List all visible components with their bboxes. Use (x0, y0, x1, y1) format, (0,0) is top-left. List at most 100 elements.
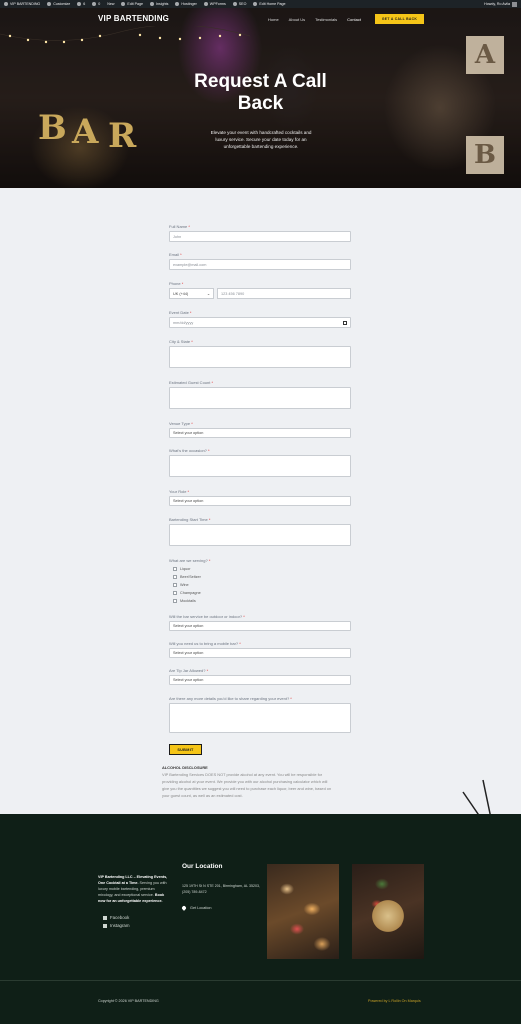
admin-updates[interactable]: 6 (77, 2, 85, 6)
facebook-icon (103, 915, 107, 920)
admin-customize[interactable]: Customize (47, 2, 70, 6)
mobile-bar-select[interactable]: Select your option (169, 648, 351, 658)
occasion-textarea[interactable] (169, 455, 351, 477)
admin-seo[interactable]: SEO (232, 2, 246, 6)
get-location-link[interactable]: Get Location (181, 905, 212, 911)
field-email: Email * example@mail.com (169, 252, 351, 270)
field-city-state: City & State * (169, 339, 351, 368)
admin-insights[interactable]: Insights (150, 2, 168, 6)
avatar (512, 1, 517, 7)
admin-wpforms[interactable]: WPForms (203, 2, 226, 6)
full-name-input[interactable]: John (169, 231, 351, 242)
wordpress-icon (4, 2, 8, 6)
field-venue-type: Venue Type * Select your option (169, 421, 351, 438)
admin-account[interactable]: Howdy, Ro Avila (484, 1, 517, 7)
call-back-button[interactable]: GET A CALL BACK (375, 14, 424, 24)
seo-icon (232, 2, 237, 6)
start-time-textarea[interactable] (169, 524, 351, 546)
required-mark: * (243, 614, 245, 619)
checkbox[interactable] (173, 591, 177, 595)
contact-form-section: Full Name * John Email * example@mail.co… (0, 188, 521, 876)
submit-button[interactable]: SUBMIT (169, 744, 202, 755)
admin-new[interactable]: New (107, 2, 114, 6)
checkbox-label: Wine (180, 583, 189, 587)
event-date-input[interactable]: mm/dd/yyyy (169, 317, 351, 328)
city-state-label: City & State * (169, 339, 351, 344)
calendar-icon[interactable] (343, 320, 347, 325)
checkbox[interactable] (173, 575, 177, 579)
checkbox[interactable] (173, 583, 177, 587)
admin-edit-home-label: Edit Home Page (259, 2, 286, 6)
disclosure-heading: ALCOHOL DISCLOSURE (162, 765, 208, 770)
indoor-outdoor-label: Will the bar service be outdoor or indoo… (169, 614, 351, 619)
instagram-link[interactable]: Instagram (103, 923, 130, 928)
site-logo[interactable]: VIP BARTENDING (98, 14, 169, 23)
powered-by-link[interactable]: Powered by L Rollin On Marquis (368, 999, 421, 1003)
admin-edit-page[interactable]: Edit Page (121, 2, 143, 6)
field-guest-count: Estimated Guest Count * (169, 380, 351, 409)
phone-row: UK (+44) ⌄ 123 456 7890 (169, 288, 351, 299)
role-select[interactable]: Select your option (169, 496, 351, 506)
country-code-value: UK (+44) (173, 291, 189, 296)
menu-item-about[interactable]: About Us (289, 17, 305, 22)
checkbox[interactable] (173, 599, 177, 603)
location-heading: Our Location (182, 863, 223, 870)
indoor-outdoor-select[interactable]: Select your option (169, 621, 351, 631)
menu-item-testimonials[interactable]: Testimonials (315, 17, 337, 22)
brush-icon (47, 2, 52, 6)
menu-item-home[interactable]: Home (268, 17, 279, 22)
admin-customize-label: Customize (53, 2, 71, 6)
checkbox-mocktails[interactable]: Mocktails (169, 597, 351, 605)
menu-item-contact[interactable]: Contact (347, 17, 361, 22)
checkbox-liquor[interactable]: Liquor (169, 565, 351, 573)
details-textarea[interactable] (169, 703, 351, 733)
indoor-outdoor-label-text: Will the bar service be outdoor or indoo… (169, 614, 243, 619)
country-code-select[interactable]: UK (+44) ⌄ (169, 288, 214, 299)
string-lights-image (0, 26, 250, 44)
venue-type-select[interactable]: Select your option (169, 428, 351, 438)
event-date-label: Event Date * (169, 310, 351, 315)
block-letter-b: B (466, 136, 504, 174)
admin-wpforms-label: WPForms (209, 2, 226, 6)
admin-site-label: VIP BARTENDING (10, 2, 41, 6)
role-label-text: Your Role (169, 489, 187, 494)
admin-comments[interactable]: 0 (92, 2, 100, 6)
phone-input[interactable]: 123 456 7890 (217, 288, 351, 299)
checkbox-beer-seltzer[interactable]: Beer/Seltzer (169, 573, 351, 581)
checkbox-label: Liquor (180, 567, 191, 571)
facebook-link[interactable]: Facebook (103, 915, 129, 920)
city-state-label-text: City & State (169, 339, 191, 344)
hero-banner: B A R A B VIP BARTENDING Home About Us T… (0, 8, 521, 188)
tip-jar-select[interactable]: Select your option (169, 675, 351, 685)
venue-type-label: Venue Type * (169, 421, 351, 426)
checkbox-wine[interactable]: Wine (169, 581, 351, 589)
city-state-textarea[interactable] (169, 346, 351, 368)
event-date-placeholder: mm/dd/yyyy (173, 320, 194, 325)
email-field[interactable]: example@mail.com (169, 259, 351, 270)
required-mark: * (189, 310, 192, 315)
checkbox-champagne[interactable]: Champagne (169, 589, 351, 597)
comment-icon (92, 2, 97, 6)
map-pin-icon (181, 905, 187, 911)
full-name-label-text: Full Name (169, 224, 188, 229)
tip-jar-label: Are Tip Jar Allowed? * (169, 668, 351, 673)
required-mark: * (180, 252, 182, 257)
required-mark: * (208, 558, 211, 563)
required-mark: * (206, 668, 209, 673)
guest-count-textarea[interactable] (169, 387, 351, 409)
admin-edit-home[interactable]: Edit Home Page (253, 2, 286, 6)
block-letter-a: A (466, 36, 504, 74)
required-mark: * (290, 696, 292, 701)
field-phone: Phone * UK (+44) ⌄ 123 456 7890 (169, 281, 351, 299)
checkbox[interactable] (173, 567, 177, 571)
admin-site-name[interactable]: VIP BARTENDING (4, 2, 40, 6)
footer-divider (0, 980, 521, 981)
marquee-letter-a: A (72, 112, 99, 152)
required-mark: * (191, 339, 193, 344)
serving-label: What are we serving? * (169, 558, 351, 563)
field-start-time: Bartending Start Time * (169, 517, 351, 546)
chevron-down-icon: ⌄ (206, 292, 210, 296)
occasion-label: What's the occasion? * (169, 448, 351, 453)
admin-hostinger[interactable]: Hostinger (175, 2, 197, 6)
site-header: VIP BARTENDING Home About Us Testimonial… (0, 8, 521, 30)
